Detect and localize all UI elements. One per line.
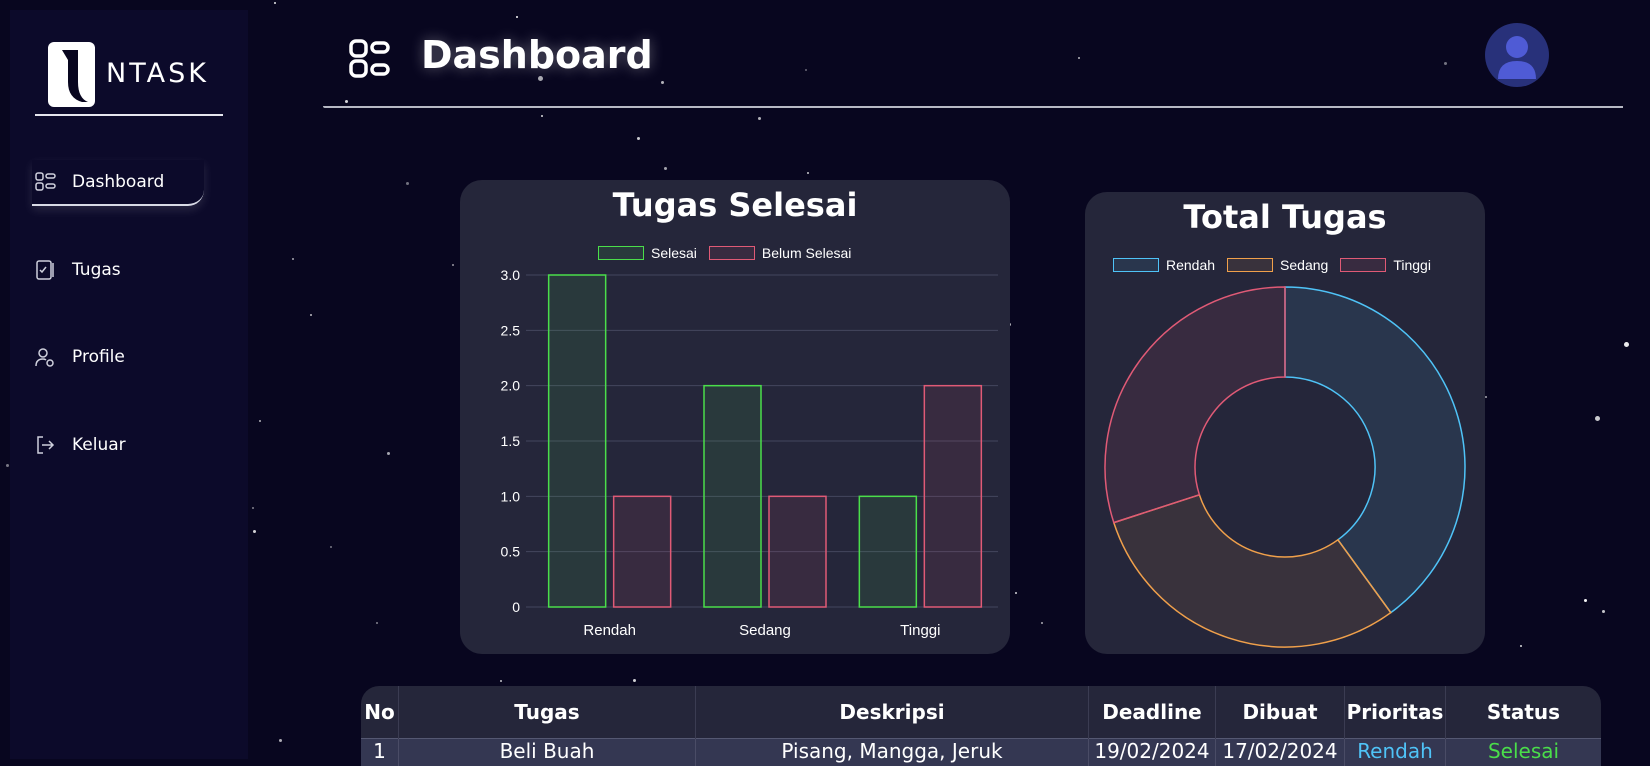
star-dot	[1584, 599, 1587, 602]
bar[interactable]	[924, 386, 981, 607]
column-header[interactable]: Tugas	[399, 686, 696, 739]
task-table: No Tugas Deskripsi Deadline Dibuat Prior…	[361, 686, 1601, 766]
page-header: Dashboard	[323, 18, 1623, 110]
column-header[interactable]: Status	[1446, 686, 1602, 739]
star-dot	[1520, 645, 1522, 647]
cell-no: 1	[361, 739, 399, 766]
bar-chart: 0 0.5 1.0 1.5 2.0 2.5 3.0 Rendah Sedang Tinggi	[460, 180, 1010, 654]
y-tick-label: 2.0	[501, 378, 521, 394]
bar[interactable]	[614, 496, 671, 607]
star-dot	[1595, 416, 1600, 421]
star-dot	[807, 172, 809, 174]
x-tick-label: Sedang	[739, 622, 791, 639]
column-header[interactable]: Deskripsi	[696, 686, 1089, 739]
pie-chart-card: Total Tugas Rendah Sedang Tinggi	[1085, 192, 1485, 654]
star-dot	[253, 530, 256, 533]
sidebar-item-label: Profile	[72, 347, 125, 367]
doughnut-chart	[1085, 192, 1485, 654]
star-dot	[1602, 610, 1605, 613]
y-tick-label: 2.5	[501, 322, 521, 338]
dashboard-icon	[34, 171, 56, 193]
column-header[interactable]: No	[361, 686, 399, 739]
sidebar-item-label: Keluar	[72, 435, 126, 455]
sidebar-item-keluar[interactable]: Keluar	[32, 423, 204, 467]
y-tick-label: 3.0	[501, 267, 521, 283]
star-dot	[633, 679, 636, 682]
column-header[interactable]: Dibuat	[1216, 686, 1345, 739]
table-header-row: No Tugas Deskripsi Deadline Dibuat Prior…	[361, 686, 1601, 739]
x-tick-label: Tinggi	[900, 622, 940, 639]
dashboard-icon	[348, 38, 390, 80]
star-dot	[758, 117, 761, 120]
star-dot	[1624, 342, 1629, 347]
star-dot	[279, 739, 282, 742]
sidebar-item-label: Dashboard	[72, 172, 164, 192]
sidebar-item-dashboard[interactable]: Dashboard	[32, 160, 204, 206]
bar[interactable]	[549, 275, 606, 607]
doughnut-slice[interactable]	[1105, 287, 1285, 523]
logo-text: NTASK	[106, 58, 209, 89]
y-tick-label: 0.5	[501, 544, 521, 560]
bar[interactable]	[859, 496, 916, 607]
star-dot	[274, 2, 276, 4]
cell-status: Selesai	[1446, 739, 1602, 766]
star-dot	[452, 264, 454, 266]
cell-priority: Rendah	[1345, 739, 1446, 766]
column-header[interactable]: Deadline	[1089, 686, 1216, 739]
star-dot	[376, 622, 378, 624]
sidebar-item-label: Tugas	[72, 260, 121, 280]
sidebar-item-profile[interactable]: Profile	[32, 335, 204, 379]
star-dot	[541, 115, 543, 117]
column-header[interactable]: Prioritas	[1345, 686, 1446, 739]
page-title: Dashboard	[421, 33, 653, 77]
y-tick-label: 1.5	[501, 433, 521, 449]
x-tick-label: Rendah	[583, 622, 636, 639]
star-dot	[310, 314, 312, 316]
star-dot	[252, 507, 254, 509]
cell-created: 17/02/2024	[1216, 739, 1345, 766]
star-dot	[6, 464, 9, 467]
logout-icon	[34, 434, 56, 456]
cell-deadline: 19/02/2024	[1089, 739, 1216, 766]
cell-description: Pisang, Mangga, Jeruk	[696, 739, 1089, 766]
star-dot	[292, 258, 294, 260]
star-dot	[1041, 622, 1043, 624]
table-row[interactable]: 1 Beli Buah Pisang, Mangga, Jeruk 19/02/…	[361, 739, 1601, 766]
star-dot	[500, 680, 502, 682]
header-divider	[323, 106, 1623, 108]
star-dot	[1015, 592, 1017, 594]
y-tick-label: 1.0	[501, 488, 521, 504]
sidebar-item-tugas[interactable]: Tugas	[32, 248, 204, 292]
star-dot	[406, 182, 409, 185]
star-dot	[637, 137, 640, 140]
logo-divider	[35, 114, 223, 116]
y-tick-label: 0	[512, 599, 520, 615]
user-avatar-icon[interactable]	[1485, 23, 1549, 87]
star-dot	[330, 546, 332, 548]
bar[interactable]	[769, 496, 826, 607]
star-dot	[1485, 396, 1487, 398]
logo-mark-icon	[48, 42, 95, 107]
bar[interactable]	[704, 386, 761, 607]
star-dot	[664, 167, 667, 170]
doughnut-slice[interactable]	[1114, 495, 1391, 647]
star-dot	[259, 420, 261, 422]
app-logo[interactable]: NTASK	[38, 32, 228, 112]
star-dot	[387, 452, 390, 455]
user-settings-icon	[34, 346, 56, 368]
task-book-icon	[34, 259, 56, 281]
sidebar: NTASK Dashboard Tugas Profile	[10, 10, 248, 759]
bar-chart-card: Tugas Selesai Selesai Belum Selesai 00.5…	[460, 180, 1010, 654]
cell-task: Beli Buah	[399, 739, 696, 766]
